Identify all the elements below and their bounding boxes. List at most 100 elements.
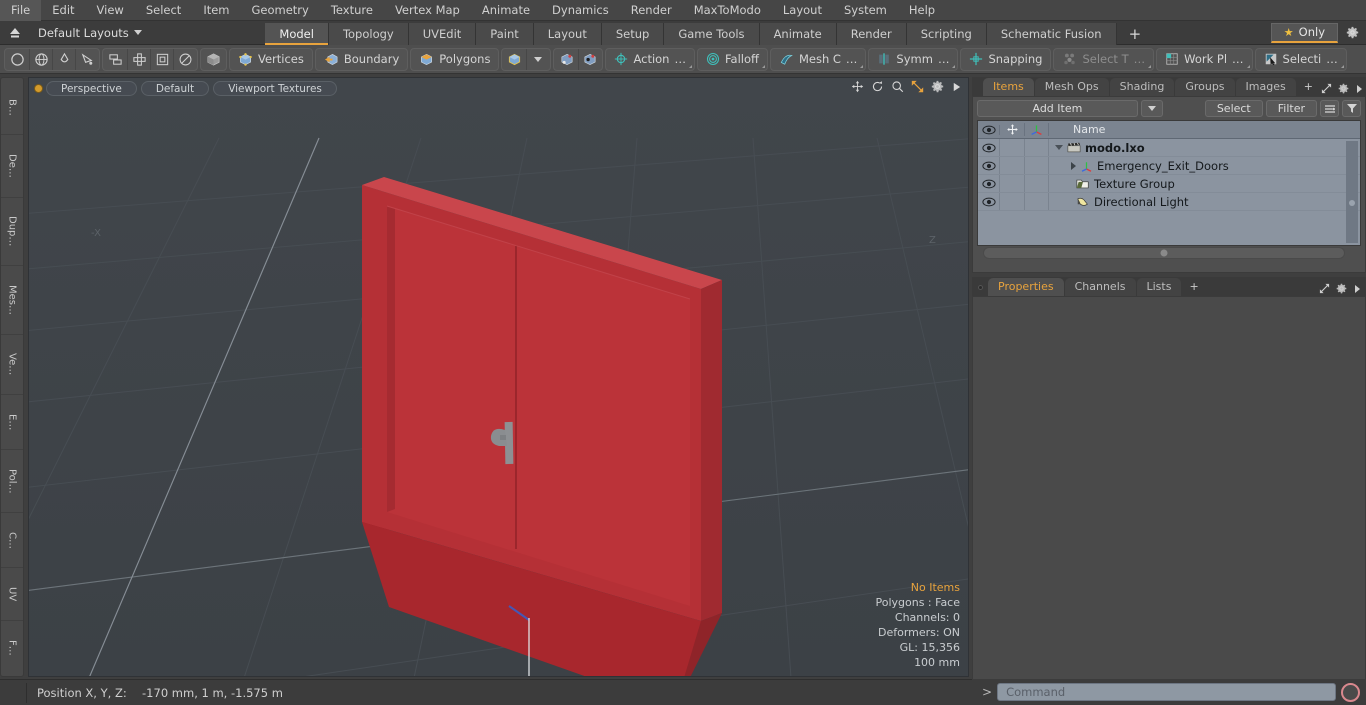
- menu-layout[interactable]: Layout: [772, 0, 833, 21]
- add-item-button[interactable]: Add Item: [977, 100, 1138, 117]
- tree-item-mesh[interactable]: Emergency_Exit_Doors: [1049, 159, 1229, 173]
- scrollbar-knob[interactable]: [1349, 200, 1355, 207]
- menu-maxtomodo[interactable]: MaxToModo: [683, 0, 772, 21]
- row-axis-cell[interactable]: [1025, 139, 1049, 156]
- mesh-constraint-tool[interactable]: Mesh C …: [769, 47, 867, 71]
- select-button[interactable]: Select: [1204, 100, 1263, 117]
- menu-geometry[interactable]: Geometry: [241, 0, 320, 21]
- item-mode-dropdown[interactable]: [526, 48, 549, 70]
- layout-tab-model[interactable]: Model: [265, 22, 329, 45]
- filter-button[interactable]: Filter: [1265, 100, 1317, 117]
- menu-edit[interactable]: Edit: [41, 0, 85, 21]
- viewport-shading-selector[interactable]: Viewport Textures: [213, 80, 337, 96]
- 3d-viewport[interactable]: Y X Z Perspective Default Viewport Textu…: [28, 77, 969, 677]
- panel-menu-icon[interactable]: [1355, 84, 1363, 94]
- solid-cube-icon[interactable]: [202, 49, 225, 70]
- gear-icon[interactable]: [1336, 283, 1347, 294]
- command-input[interactable]: Command: [997, 683, 1336, 701]
- selection-sets-tool[interactable]: Selecti …: [1254, 47, 1347, 71]
- row-lock-cell[interactable]: [1000, 157, 1025, 174]
- tree-item-scene[interactable]: modo.lxo: [1049, 141, 1145, 155]
- tab-properties[interactable]: Properties: [988, 278, 1064, 296]
- menu-item[interactable]: Item: [192, 0, 240, 21]
- row-axis-cell[interactable]: [1025, 157, 1049, 174]
- row-axis-cell[interactable]: [1025, 175, 1049, 192]
- funnel-icon[interactable]: [1342, 100, 1361, 117]
- tab-mesh-ops[interactable]: Mesh Ops: [1034, 78, 1109, 96]
- row-visibility-toggle[interactable]: [978, 157, 1000, 174]
- zoom-icon[interactable]: [891, 80, 904, 93]
- add-properties-tab-button[interactable]: +: [1182, 278, 1205, 296]
- row-lock-cell[interactable]: [1000, 139, 1025, 156]
- element-center-icon[interactable]: [578, 48, 601, 70]
- tab-lists[interactable]: Lists: [1136, 278, 1182, 296]
- row-lock-cell[interactable]: [1000, 175, 1025, 192]
- tab-images[interactable]: Images: [1235, 78, 1296, 96]
- menu-render[interactable]: Render: [620, 0, 683, 21]
- left-tab-vertex[interactable]: Ve…: [1, 335, 23, 396]
- row-visibility-toggle[interactable]: [978, 175, 1000, 192]
- tree-item-directional-light[interactable]: Directional Light: [1049, 195, 1189, 209]
- array-icon[interactable]: [127, 48, 150, 70]
- item-cube-icon[interactable]: [503, 49, 526, 70]
- left-tab-mesh-edit[interactable]: Mes…: [1, 266, 23, 335]
- curve-icon[interactable]: [75, 48, 98, 70]
- gear-icon[interactable]: [1342, 23, 1362, 43]
- maximize-panel-icon[interactable]: [1321, 83, 1332, 94]
- tab-groups[interactable]: Groups: [1175, 78, 1235, 96]
- layout-tab-uvedit[interactable]: UVEdit: [408, 22, 477, 45]
- default-layouts-dropdown[interactable]: Default Layouts: [32, 23, 148, 43]
- layout-tab-layout[interactable]: Layout: [533, 22, 602, 45]
- expander-right-icon[interactable]: [1071, 161, 1076, 170]
- menu-texture[interactable]: Texture: [320, 0, 384, 21]
- menu-help[interactable]: Help: [898, 0, 946, 21]
- table-row[interactable]: modo.lxo: [978, 139, 1360, 157]
- play-icon[interactable]: [951, 81, 962, 93]
- selection-mode-polygons[interactable]: Polygons: [410, 47, 500, 71]
- layout-tab-schematic-fusion[interactable]: Schematic Fusion: [986, 22, 1117, 45]
- layout-tab-scripting[interactable]: Scripting: [906, 22, 987, 45]
- symmetry-tool[interactable]: Symm …: [868, 47, 959, 71]
- layout-tab-game-tools[interactable]: Game Tools: [664, 22, 760, 45]
- panel-menu-icon[interactable]: [1353, 284, 1361, 294]
- properties-panel-body[interactable]: [972, 296, 1366, 688]
- pen-icon[interactable]: [52, 48, 75, 70]
- left-tab-polygon[interactable]: Pol…: [1, 450, 23, 513]
- left-tab-duplicate[interactable]: Dup…: [1, 198, 23, 267]
- element-move-icon[interactable]: [555, 49, 578, 70]
- only-toggle-button[interactable]: ★ Only: [1270, 22, 1338, 43]
- left-tab-basic[interactable]: B…: [1, 80, 23, 136]
- row-lock-cell[interactable]: [1000, 193, 1025, 210]
- active-viewport-dot[interactable]: [35, 84, 42, 92]
- menu-system[interactable]: System: [833, 0, 898, 21]
- mirror-icon[interactable]: [104, 49, 127, 70]
- left-tab-uv[interactable]: UV: [1, 568, 23, 621]
- layout-tab-setup[interactable]: Setup: [601, 22, 665, 45]
- left-tab-fusion[interactable]: F…: [1, 621, 23, 674]
- menu-select[interactable]: Select: [135, 0, 192, 21]
- row-visibility-toggle[interactable]: [978, 139, 1000, 156]
- row-axis-cell[interactable]: [1025, 193, 1049, 210]
- list-options-icon[interactable]: [1320, 100, 1339, 117]
- fit-icon[interactable]: [911, 80, 924, 93]
- select-through-tool[interactable]: Select T …: [1053, 47, 1155, 71]
- table-row[interactable]: Directional Light: [978, 193, 1360, 211]
- home-up-icon[interactable]: [4, 22, 26, 44]
- globe-icon[interactable]: [29, 48, 52, 70]
- add-layout-tab-button[interactable]: +: [1117, 23, 1154, 45]
- work-plane-tool[interactable]: Work Pl …: [1156, 47, 1253, 71]
- viewport-projection-selector[interactable]: Perspective: [46, 80, 137, 96]
- left-tab-curve[interactable]: C…: [1, 513, 23, 569]
- selection-mode-vertices[interactable]: Vertices: [229, 47, 313, 71]
- tab-channels[interactable]: Channels: [1064, 278, 1136, 296]
- action-center-tool[interactable]: Action …: [605, 47, 695, 71]
- scrollbar-knob[interactable]: [1160, 249, 1168, 257]
- tab-shading[interactable]: Shading: [1109, 78, 1175, 96]
- circle-icon[interactable]: [6, 49, 29, 70]
- row-visibility-toggle[interactable]: [978, 193, 1000, 210]
- panel-active-dot[interactable]: [978, 285, 983, 290]
- layout-tab-animate[interactable]: Animate: [759, 22, 837, 45]
- layout-tab-paint[interactable]: Paint: [476, 22, 534, 45]
- pan-icon[interactable]: [851, 80, 864, 93]
- table-row[interactable]: Texture Group: [978, 175, 1360, 193]
